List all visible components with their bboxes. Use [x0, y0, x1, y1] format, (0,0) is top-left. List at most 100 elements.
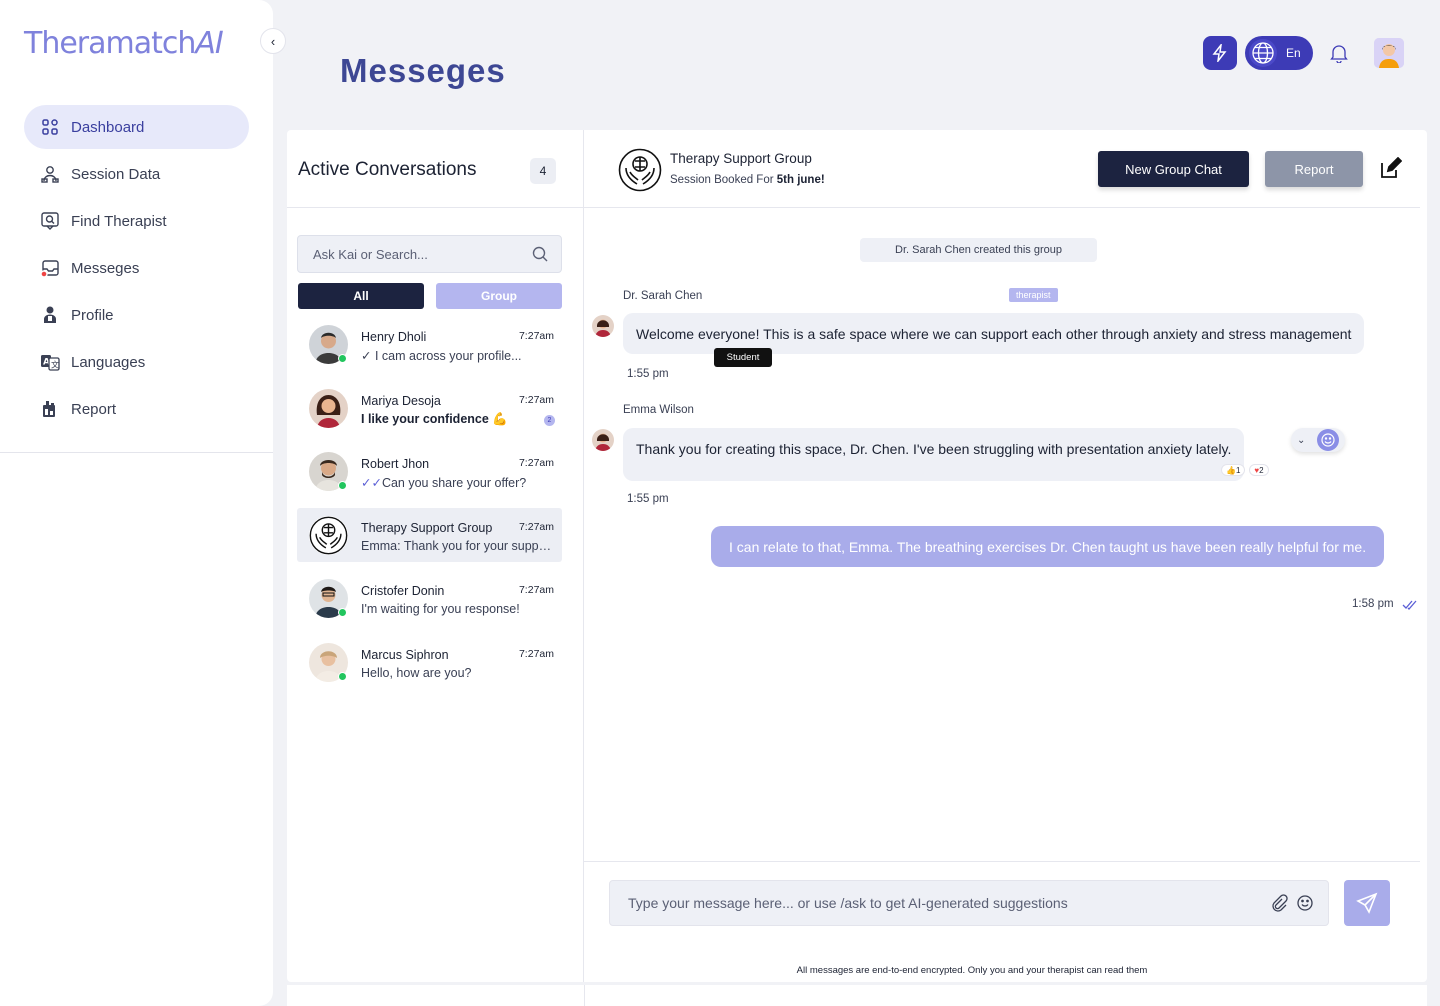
add-reaction-button[interactable]: ⌄ — [1291, 428, 1345, 452]
message-time: 1:55 pm — [627, 368, 669, 380]
double-check-icon: ✓✓ — [361, 476, 382, 491]
system-message: Dr. Sarah Chen created this group — [860, 238, 1097, 262]
chat-area: Therapy Support Group Session Booked For… — [584, 130, 1427, 982]
conversation-name: Henry Dholi — [361, 330, 427, 344]
online-indicator — [338, 481, 347, 491]
sidebar-item-session-data[interactable]: Session Data — [24, 152, 249, 196]
sidebar-item-label: Find Therapist — [71, 212, 167, 230]
conversation-preview: Hello, how are you? — [361, 665, 472, 680]
avatar — [309, 388, 348, 428]
sidebar-item-profile[interactable]: Profile — [24, 293, 249, 337]
bell-icon — [1330, 45, 1348, 63]
message-input[interactable]: Type your message here... or use /ask to… — [609, 880, 1329, 926]
conversation-name: Marcus Siphron — [361, 647, 449, 662]
languages-icon: A文 — [39, 351, 61, 373]
session-icon — [39, 163, 61, 185]
my-message-bubble[interactable]: I can relate to that, Emma. The breathin… — [711, 526, 1385, 567]
message-input-placeholder: Type your message here... or use /ask to… — [628, 895, 1068, 911]
role-badge: therapist — [1009, 288, 1058, 302]
bottom-strip — [287, 985, 1427, 1006]
sidebar-item-dashboard[interactable]: Dashboard — [24, 105, 249, 149]
conversation-item-henry-dholi[interactable]: Henry Dholi 7:27am ✓ I cam across your p… — [297, 317, 562, 371]
app-logo[interactable]: TheramatchAI — [24, 26, 224, 61]
sidebar-item-label: Session Data — [71, 165, 161, 183]
conversation-name: Robert Jhon — [361, 457, 430, 472]
conversation-time: 7:27am — [518, 457, 554, 470]
conversation-time: 7:27am — [518, 520, 554, 533]
sender-avatar — [592, 315, 614, 337]
collapse-sidebar-button[interactable]: ‹ — [260, 28, 286, 54]
tab-all[interactable]: All — [298, 283, 424, 309]
conversation-preview: Emma: Thank you for your support... — [361, 538, 557, 553]
inbox-icon — [39, 257, 61, 279]
conversation-item-cristofer-donin[interactable]: Cristofer Donin 7:27am I'm waiting for y… — [297, 571, 562, 625]
sidebar-item-label: Dashboard — [71, 118, 145, 136]
emoji-icon[interactable] — [1296, 894, 1314, 912]
sidebar-item-messeges[interactable]: Messeges — [24, 246, 249, 290]
sidebar-item-report[interactable]: Report — [24, 387, 249, 431]
conversation-preview: ✓ I cam across your profile... — [361, 349, 522, 363]
chat-header: Therapy Support Group Session Booked For… — [584, 130, 1420, 208]
conversation-item-mariya-desoja[interactable]: Mariya Desoja 7:27am I like your confide… — [297, 381, 562, 435]
notifications-button[interactable] — [1328, 42, 1350, 64]
reaction-thumbs-up[interactable]: 👍 1 — [1221, 464, 1246, 476]
message-sender: Dr. Sarah Chen — [623, 290, 703, 302]
sidebar-nav: Dashboard Session Data Find Therapist Me… — [24, 105, 249, 434]
quick-action-button[interactable] — [1203, 36, 1237, 70]
report-icon — [39, 398, 61, 420]
sidebar-divider — [0, 452, 273, 453]
message-time: 1:55 pm — [627, 493, 669, 505]
send-button[interactable] — [1344, 880, 1390, 926]
group-avatar — [309, 515, 348, 555]
search-input[interactable]: Ask Kai or Search... — [297, 235, 562, 273]
conversation-time: 7:27am — [518, 584, 554, 597]
profile-icon — [39, 304, 61, 326]
conversation-item-therapy-support-group[interactable]: Therapy Support Group 7:27am Emma: Thank… — [297, 507, 562, 562]
conversation-preview: I'm waiting for you response! — [361, 602, 520, 617]
message-bubble[interactable]: Thank you for creating this space, Dr. C… — [623, 428, 1245, 481]
conversation-preview: I like your confidence 💪 — [361, 411, 508, 426]
search-icon[interactable] — [531, 245, 549, 263]
tab-group[interactable]: Group — [436, 283, 562, 309]
conversation-item-marcus-siphron[interactable]: Marcus Siphron 7:27am Hello, how are you… — [297, 635, 562, 689]
conversations-header: Active Conversations 4 — [287, 130, 583, 208]
conversation-item-robert-jhon[interactable]: Robert Jhon 7:27am ✓✓Can you share your … — [297, 444, 562, 498]
sidebar-item-label: Report — [71, 400, 117, 418]
send-icon — [1356, 892, 1378, 914]
check-icon: ✓ — [361, 349, 375, 363]
new-group-chat-button[interactable]: New Group Chat — [1098, 151, 1249, 187]
sidebar: TheramatchAI Dashboard Session Data Find… — [0, 0, 273, 1006]
conversations-column: Active Conversations 4 Ask Kai or Search… — [287, 130, 584, 982]
unread-badge: 2 — [544, 414, 555, 426]
composer-divider — [584, 861, 1420, 862]
bolt-icon — [1212, 44, 1227, 62]
composer-icons — [1270, 894, 1314, 912]
top-actions: En — [1203, 36, 1404, 70]
session-date: 5th june! — [776, 174, 825, 186]
sidebar-item-languages[interactable]: A文 Languages — [24, 340, 249, 384]
report-button[interactable]: Report — [1265, 151, 1363, 187]
online-indicator — [338, 354, 347, 363]
conversation-time: 7:27am — [518, 647, 554, 660]
message-reactions: 👍 1 ♥ 2 — [1221, 464, 1273, 476]
conversation-name: Mariya Desoja — [361, 393, 441, 408]
conversation-time: 7:27am — [518, 330, 554, 342]
globe-icon — [1249, 39, 1277, 67]
conversations-title: Active Conversations — [298, 159, 477, 180]
conversation-list: Henry Dholi 7:27am ✓ I cam across your p… — [297, 317, 562, 699]
conversation-time: 7:27am — [518, 393, 554, 406]
language-selector[interactable]: En — [1245, 36, 1313, 70]
chevron-left-icon: ‹ — [270, 33, 276, 49]
online-indicator — [338, 671, 347, 681]
chat-group-name: Therapy Support Group — [670, 151, 812, 166]
user-avatar[interactable] — [1374, 38, 1404, 68]
sidebar-item-find-therapist[interactable]: Find Therapist — [24, 199, 249, 243]
encryption-note: All messages are end-to-end encrypted. O… — [796, 965, 1148, 976]
user-avatar-image — [1374, 38, 1404, 68]
message-sender: Emma Wilson — [623, 404, 694, 416]
edit-icon[interactable] — [1378, 157, 1402, 181]
reaction-heart[interactable]: ♥ 2 — [1249, 464, 1269, 476]
conversation-tabs: All Group — [298, 283, 562, 309]
attachment-icon[interactable] — [1270, 894, 1288, 912]
chevron-down-icon: ⌄ — [1297, 434, 1306, 446]
